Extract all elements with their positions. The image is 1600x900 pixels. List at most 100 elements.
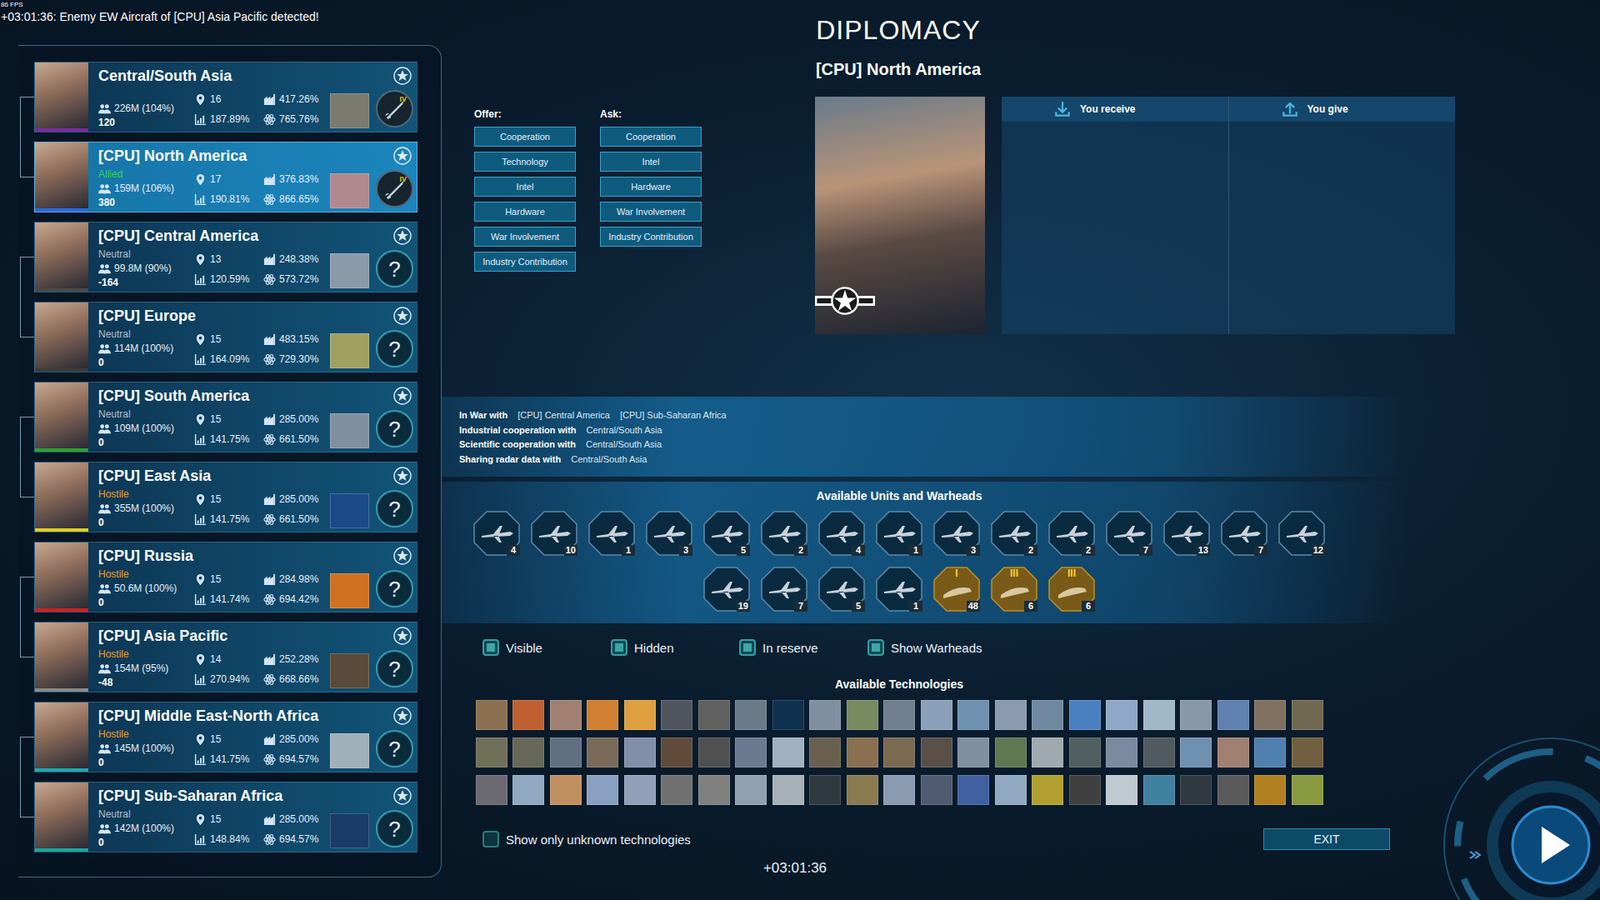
technology-item[interactable] <box>920 737 953 768</box>
technology-item[interactable] <box>957 737 990 768</box>
technology-item[interactable] <box>1105 775 1138 805</box>
technology-item[interactable] <box>586 700 619 730</box>
technology-item[interactable] <box>698 775 730 805</box>
technology-item[interactable] <box>1217 700 1250 730</box>
unit-item[interactable]: 2 <box>760 510 808 556</box>
technology-item[interactable] <box>1217 737 1250 768</box>
technology-item[interactable] <box>995 737 1027 768</box>
technology-item[interactable] <box>1254 737 1286 768</box>
offer-button[interactable]: War Involvement <box>474 226 576 247</box>
unit-item[interactable]: 3 <box>645 510 693 556</box>
technology-item[interactable] <box>660 775 693 805</box>
technology-item[interactable] <box>475 775 508 805</box>
technology-item[interactable] <box>624 737 656 768</box>
exit-button[interactable]: EXIT <box>1263 828 1390 850</box>
technology-item[interactable] <box>1217 775 1250 805</box>
technology-item[interactable] <box>1069 700 1101 730</box>
filter-checkbox[interactable]: In reserve <box>739 639 868 656</box>
technology-item[interactable] <box>550 775 582 805</box>
technology-item[interactable] <box>735 700 767 730</box>
technology-item[interactable] <box>772 737 805 768</box>
technology-item[interactable] <box>512 775 545 805</box>
country-card[interactable]: [CPU] Middle East-North Africa Hostile 1… <box>34 701 418 773</box>
unit-item[interactable]: 2 <box>1048 510 1095 556</box>
country-card[interactable]: [CPU] Sub-Saharan Africa Neutral 142M (1… <box>34 781 418 853</box>
checkbox[interactable] <box>482 639 500 656</box>
technology-item[interactable] <box>475 737 508 768</box>
technology-item[interactable] <box>586 737 619 768</box>
technology-item[interactable] <box>846 737 879 768</box>
technology-item[interactable] <box>883 737 915 768</box>
country-card[interactable]: [CPU] Asia Pacific Hostile 154M (95%) -4… <box>34 621 418 693</box>
country-card[interactable]: [CPU] Russia Hostile 50.6M (100%) 0 15 1… <box>34 541 418 613</box>
technology-item[interactable] <box>1254 700 1286 730</box>
technology-item[interactable] <box>1254 775 1286 805</box>
technology-item[interactable] <box>920 775 953 805</box>
country-card[interactable]: Central/South Asia 226M (104%) 120 16 18… <box>34 61 418 133</box>
technology-item[interactable] <box>1143 700 1175 730</box>
offer-button[interactable]: Intel <box>474 176 576 197</box>
checkbox[interactable] <box>867 639 885 656</box>
ask-button[interactable]: Industry Contribution <box>600 226 702 247</box>
country-card[interactable]: [CPU] Central America Neutral 99.8M (90%… <box>34 221 418 293</box>
ask-button[interactable]: Hardware <box>600 176 702 197</box>
unit-item[interactable]: 5 <box>818 566 865 612</box>
unit-item[interactable]: 3 <box>933 510 980 556</box>
technology-item[interactable] <box>1031 775 1064 805</box>
country-card[interactable]: [CPU] East Asia Hostile 355M (100%) 0 15… <box>34 461 418 533</box>
technology-item[interactable] <box>809 737 841 768</box>
ask-button[interactable]: Cooperation <box>600 126 702 147</box>
technology-item[interactable] <box>1291 775 1324 805</box>
technology-item[interactable] <box>1180 775 1212 805</box>
technology-item[interactable] <box>1069 737 1101 768</box>
technology-item[interactable] <box>1143 775 1175 805</box>
technology-item[interactable] <box>550 700 582 730</box>
technology-item[interactable] <box>475 700 508 730</box>
technology-item[interactable] <box>883 775 915 805</box>
filter-checkbox[interactable]: Visible <box>482 639 611 656</box>
technology-item[interactable] <box>772 700 805 730</box>
technology-item[interactable] <box>772 775 805 805</box>
technology-item[interactable] <box>660 737 693 768</box>
technology-item[interactable] <box>586 775 619 805</box>
unit-item[interactable]: 5 <box>703 510 750 556</box>
technology-item[interactable] <box>735 775 767 805</box>
filter-checkbox[interactable]: Hidden <box>610 639 740 656</box>
technology-item[interactable] <box>809 700 841 730</box>
technology-item[interactable] <box>660 700 693 730</box>
play-control[interactable] <box>1416 723 1600 900</box>
ask-button[interactable]: War Involvement <box>600 201 702 222</box>
unit-item[interactable]: 10 <box>530 510 578 556</box>
technology-item[interactable] <box>957 700 990 730</box>
unit-item[interactable]: 1 <box>875 566 923 612</box>
country-card[interactable]: [CPU] Europe Neutral 114M (100%) 0 15 16… <box>34 301 418 373</box>
technology-item[interactable] <box>1291 737 1324 768</box>
technology-item[interactable] <box>735 737 767 768</box>
unit-item[interactable]: 13 <box>1163 510 1210 556</box>
technology-item[interactable] <box>957 775 990 805</box>
offer-button[interactable]: Cooperation <box>474 126 576 147</box>
technology-item[interactable] <box>1180 737 1212 768</box>
checkbox[interactable] <box>610 639 628 656</box>
offer-button[interactable]: Technology <box>474 151 576 172</box>
unit-item[interactable]: 7 <box>1105 510 1153 556</box>
unit-item[interactable]: 7 <box>760 566 808 612</box>
checkbox[interactable] <box>482 830 500 848</box>
offer-button[interactable]: Hardware <box>474 201 576 222</box>
country-card[interactable]: [CPU] North America Allied 159M (106%) 3… <box>34 141 418 213</box>
technology-item[interactable] <box>1031 737 1064 768</box>
technology-item[interactable] <box>1291 700 1324 730</box>
technology-item[interactable] <box>1031 700 1064 730</box>
ask-button[interactable]: Intel <box>600 151 702 172</box>
unknown-tech-filter[interactable]: Show only unknown technologies <box>482 830 691 848</box>
unit-item[interactable]: 12 <box>1278 510 1325 556</box>
technology-item[interactable] <box>512 737 545 768</box>
technology-item[interactable] <box>995 775 1027 805</box>
warhead-item[interactable]: I 48 <box>933 566 980 612</box>
technology-item[interactable] <box>1069 775 1101 805</box>
unit-item[interactable]: 1 <box>588 510 635 556</box>
technology-item[interactable] <box>624 775 656 805</box>
checkbox[interactable] <box>739 639 756 656</box>
technology-item[interactable] <box>1180 700 1212 730</box>
warhead-item[interactable]: III 6 <box>990 566 1038 612</box>
